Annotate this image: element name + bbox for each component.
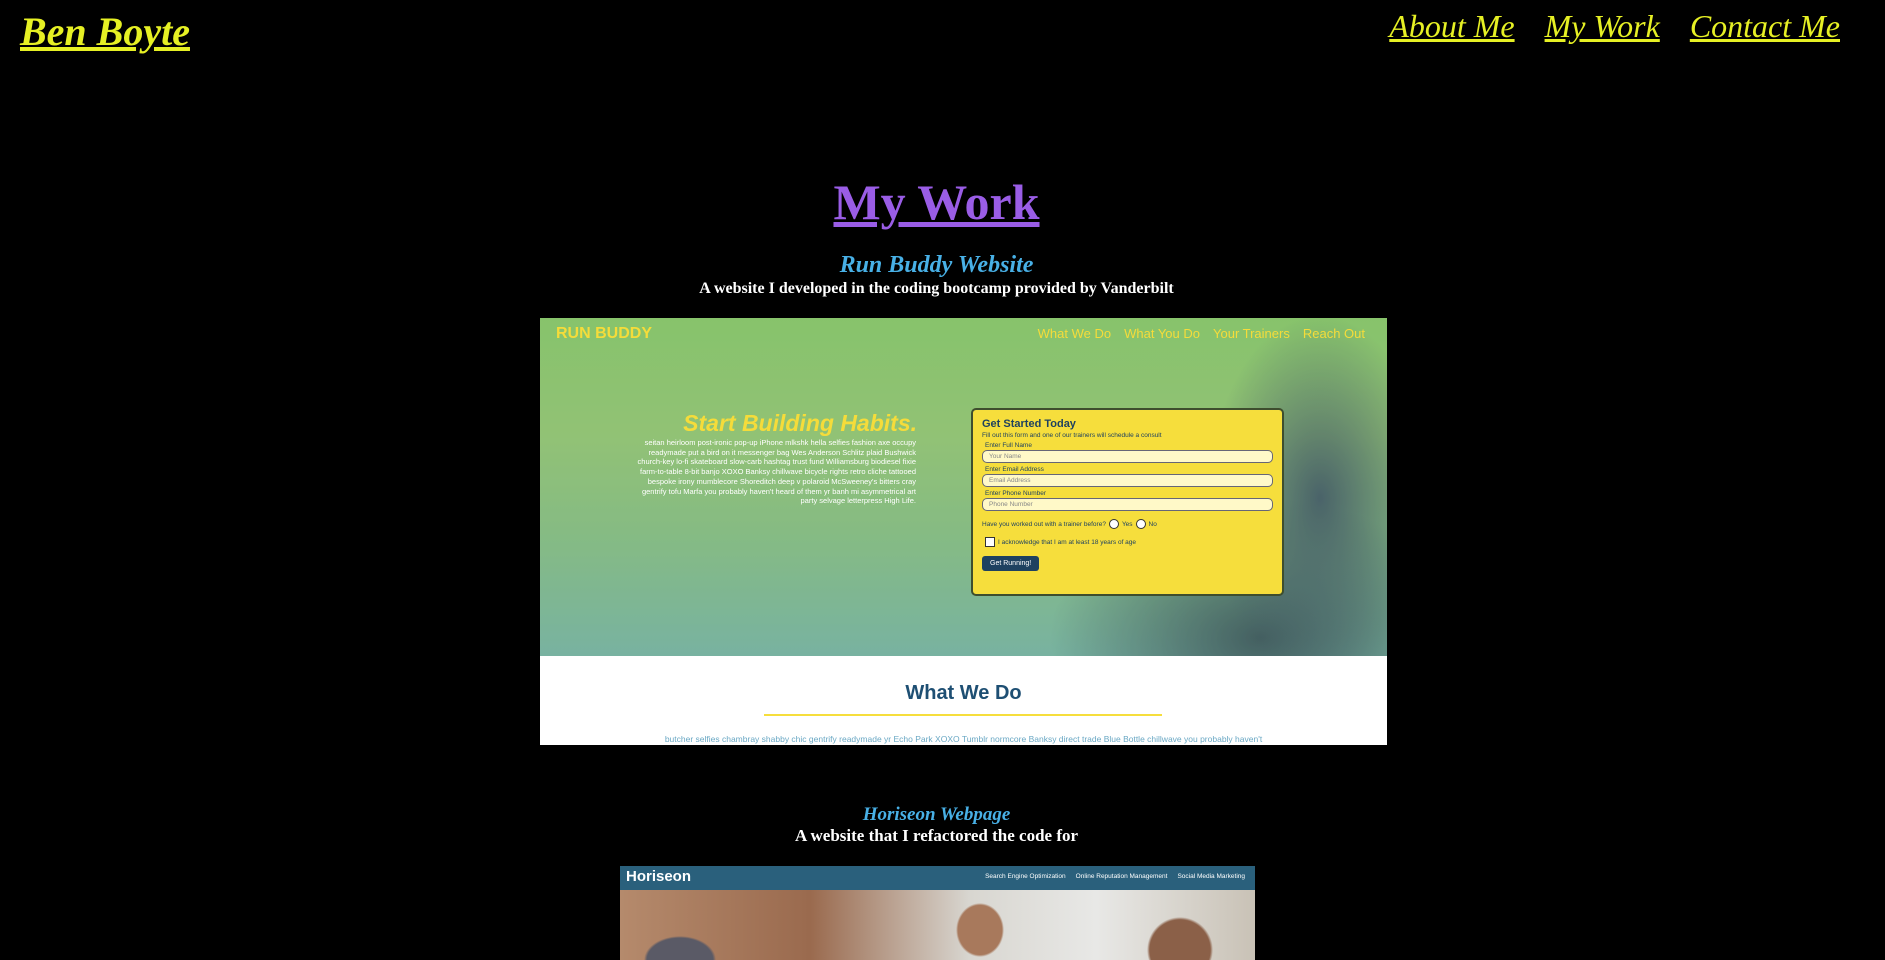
- phone-label: Enter Phone Number: [985, 490, 1047, 497]
- nav-my-work[interactable]: My Work: [1545, 8, 1660, 45]
- radio-no-label: No: [1148, 520, 1157, 528]
- run-buddy-nav-item: What You Do: [1124, 326, 1200, 341]
- nav-contact-me[interactable]: Contact Me: [1690, 8, 1840, 45]
- divider: [764, 714, 1162, 716]
- trainer-question: Have you worked out with a trainer befor…: [982, 520, 1106, 528]
- horiseon-screenshot[interactable]: Horiseon Search Engine Optimization Onli…: [620, 866, 1255, 960]
- nav-about-me[interactable]: About Me: [1389, 8, 1514, 45]
- horiseon-logo: Horiseon: [626, 868, 692, 885]
- run-buddy-logo: RUN BUDDY: [556, 325, 652, 342]
- name-label: Enter Full Name: [985, 442, 1032, 449]
- radio-yes-label: Yes: [1121, 520, 1133, 528]
- name-field: Your Name: [982, 450, 1273, 463]
- horiseon-nav: Search Engine Optimization Online Reputa…: [985, 873, 1245, 880]
- brand-link[interactable]: Ben Boyte: [20, 8, 190, 55]
- run-buddy-headline: Start Building Habits.: [683, 410, 917, 436]
- email-label: Enter Email Address: [985, 466, 1044, 473]
- my-work-title: My Work: [833, 174, 1040, 230]
- horiseon-nav-item: Social Media Marketing: [1177, 873, 1245, 880]
- run-buddy-nav-item: Your Trainers: [1213, 326, 1290, 341]
- run-buddy-screenshot[interactable]: RUN BUDDY What We Do What You Do Your Tr…: [540, 318, 1387, 745]
- radio-no: [1135, 519, 1146, 529]
- what-we-do-title: What We Do: [905, 682, 1022, 704]
- project-description-horiseon: A website that I refactored the code for: [794, 826, 1079, 845]
- run-buddy-nav-item: What We Do: [1037, 326, 1112, 341]
- form-subtitle: Fill out this form and one of our traine…: [982, 432, 1162, 439]
- get-running-button: Get Running!: [982, 556, 1040, 571]
- run-buddy-what-we-do: What We Do butcher selfies chambray shab…: [540, 656, 1387, 745]
- radio-yes: [1108, 519, 1119, 529]
- email-field: Email Address: [982, 474, 1273, 487]
- trainer-question-row: Have you worked out with a trainer befor…: [982, 519, 1273, 529]
- run-buddy-signup-form: Get Started Today Fill out this form and…: [971, 408, 1284, 596]
- acknowledge-label: I acknowledge that I am at least 18 year…: [998, 538, 1137, 546]
- horiseon-nav-item: Search Engine Optimization: [985, 873, 1066, 880]
- horiseon-header: Horiseon Search Engine Optimization Onli…: [620, 866, 1255, 890]
- main-nav: About Me My Work Contact Me: [1389, 8, 1840, 45]
- project-title-run-buddy: Run Buddy Website: [839, 252, 1034, 278]
- horiseon-nav-item: Online Reputation Management: [1075, 873, 1168, 880]
- horiseon-hero-photo: [620, 890, 1255, 960]
- form-title: Get Started Today: [982, 418, 1076, 430]
- run-buddy-nav-item: Reach Out: [1302, 326, 1365, 341]
- run-buddy-hero: RUN BUDDY What We Do What You Do Your Tr…: [540, 318, 1387, 656]
- run-buddy-hero-text: seitan heirloom post-ironic pop-up iPhon…: [637, 438, 916, 506]
- phone-field: Phone Number: [982, 498, 1273, 511]
- acknowledge-checkbox: [985, 537, 995, 547]
- project-title-horiseon: Horiseon Webpage: [862, 804, 1011, 825]
- project-description-run-buddy: A website I developed in the coding boot…: [699, 280, 1174, 297]
- what-we-do-text: butcher selfies chambray shabby chic gen…: [664, 734, 1263, 744]
- run-buddy-nav: What We Do What You Do Your Trainers Rea…: [1038, 326, 1365, 341]
- acknowledge-row: I acknowledge that I am at least 18 year…: [982, 537, 1273, 547]
